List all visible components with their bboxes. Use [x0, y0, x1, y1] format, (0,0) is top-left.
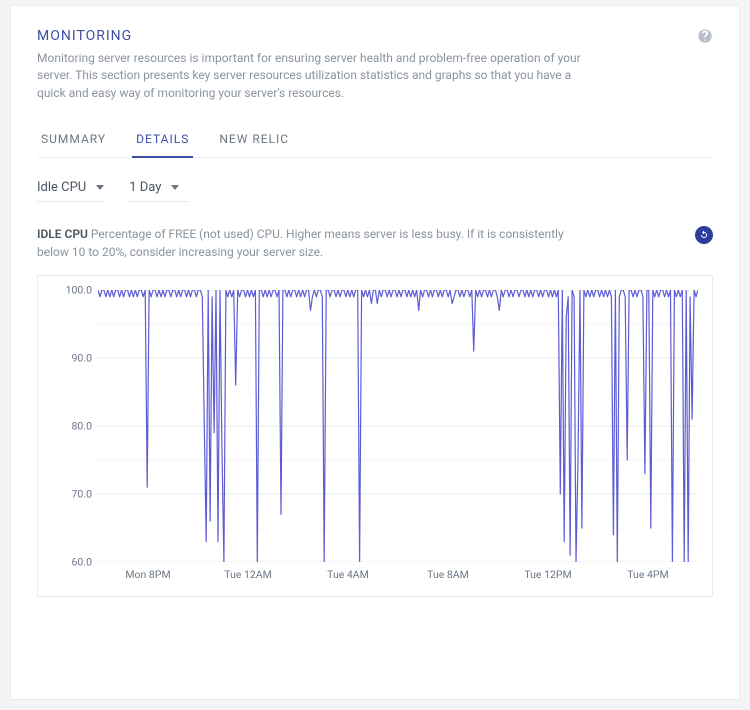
x-tick-label: Tue 4AM	[327, 568, 369, 581]
y-tick-label: 100.0	[66, 283, 98, 296]
page-title: MONITORING	[37, 28, 597, 44]
tab-summary[interactable]: SUMMARY	[37, 124, 110, 158]
y-tick-label: 60.0	[72, 555, 98, 568]
range-select-label: 1 Day	[129, 180, 161, 195]
metric-select[interactable]: Idle CPU	[37, 174, 104, 202]
x-axis-labels: Mon 8PM Tue 12AM Tue 4AM Tue 8AM Tue 12PM Tue…	[98, 568, 698, 582]
tabs: SUMMARY DETAILS NEW RELIC	[37, 124, 713, 158]
tab-new-relic[interactable]: NEW RELIC	[215, 124, 293, 158]
metric-select-label: Idle CPU	[37, 180, 86, 195]
metric-hint: Percentage of FREE (not used) CPU. Highe…	[37, 227, 564, 258]
page-description: Monitoring server resources is important…	[37, 50, 597, 102]
range-select[interactable]: 1 Day	[129, 174, 189, 202]
x-tick-label: Tue 12PM	[524, 568, 571, 581]
x-tick-label: Tue 4PM	[627, 568, 668, 581]
y-tick-label: 80.0	[72, 419, 98, 432]
chart-plot-area: 100.090.080.070.060.0	[98, 290, 698, 562]
refresh-button[interactable]	[695, 226, 713, 244]
monitoring-card: MONITORING Monitoring server resources i…	[10, 5, 740, 700]
x-tick-label: Tue 12AM	[224, 568, 272, 581]
caret-down-icon	[96, 185, 104, 190]
header-row: MONITORING Monitoring server resources i…	[37, 28, 713, 124]
help-icon[interactable]	[697, 28, 713, 44]
y-tick-label: 70.0	[72, 487, 98, 500]
metric-description: IDLE CPU Percentage of FREE (not used) C…	[37, 226, 597, 261]
refresh-icon	[698, 229, 710, 241]
selectors-row: Idle CPU 1 Day	[37, 174, 713, 202]
x-tick-label: Tue 8AM	[427, 568, 469, 581]
x-tick-label: Mon 8PM	[125, 568, 170, 581]
metric-description-row: IDLE CPU Percentage of FREE (not used) C…	[37, 226, 713, 261]
caret-down-icon	[171, 185, 179, 190]
chart-svg	[98, 290, 698, 562]
metric-name: IDLE CPU	[37, 227, 88, 241]
chart-container: 100.090.080.070.060.0 Mon 8PMTue 12AMTue…	[37, 275, 713, 597]
header-text: MONITORING Monitoring server resources i…	[37, 28, 597, 124]
tab-details[interactable]: DETAILS	[132, 124, 193, 158]
y-tick-label: 90.0	[72, 351, 98, 364]
